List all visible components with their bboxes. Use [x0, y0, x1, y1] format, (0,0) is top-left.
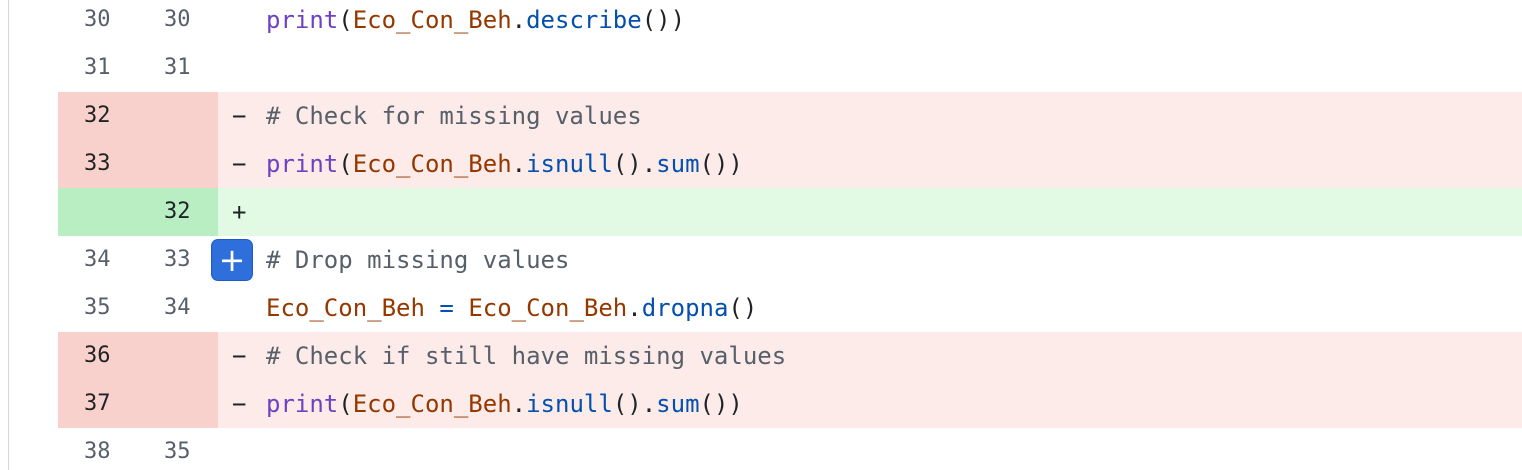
code-token: ( [338, 6, 353, 34]
code-token: isnull [526, 390, 613, 418]
old-line-number[interactable]: 35 [58, 284, 138, 332]
new-line-number[interactable] [138, 140, 218, 188]
code-line: print(Eco_Con_Beh.describe()) [218, 0, 1522, 44]
diff-panel-border [8, 0, 9, 470]
context-line[interactable]: 35 34 Eco_Con_Beh = Eco_Con_Beh.dropna() [58, 284, 1522, 332]
code-line: − print(Eco_Con_Beh.isnull().sum()) [218, 140, 1522, 188]
code-token: ( [338, 150, 353, 178]
added-line[interactable]: 32 + [58, 188, 1522, 236]
code-line [218, 428, 1522, 470]
code-token: () [728, 294, 758, 322]
old-line-number[interactable]: 34 [58, 236, 138, 284]
code-token: . [511, 6, 527, 34]
plus-marker: + [232, 198, 247, 226]
context-line[interactable]: 31 31 [58, 44, 1522, 92]
context-line[interactable]: 34 33 + # Drop missing values [58, 236, 1522, 284]
minus-marker: − [232, 102, 247, 130]
deleted-line[interactable]: 37 − print(Eco_Con_Beh.isnull().sum()) [58, 380, 1522, 428]
code-token: describe [526, 6, 642, 34]
diff-view: 30 30 print(Eco_Con_Beh.describe()) 31 31 32−… [58, 0, 1522, 470]
old-line-number[interactable]: 31 [58, 44, 138, 92]
old-line-number[interactable]: 33 [58, 140, 138, 188]
code-line: + [218, 188, 1522, 236]
code-token: Eco_Con_Beh [352, 6, 512, 34]
code-token: = [424, 294, 469, 322]
deleted-line[interactable]: 36 − # Check if still have missing values [58, 332, 1522, 380]
minus-marker: − [232, 150, 247, 178]
code-token: (). [612, 150, 657, 178]
old-line-number[interactable]: 32 [58, 92, 138, 140]
minus-marker: − [232, 342, 247, 370]
context-line[interactable]: 30 30 print(Eco_Con_Beh.describe()) [58, 0, 1522, 44]
old-line-number[interactable] [58, 188, 138, 236]
new-line-number[interactable]: 35 [138, 428, 218, 470]
deleted-line[interactable]: 32 − # Check for missing values [58, 92, 1522, 140]
code-line [218, 44, 1522, 92]
code-token: print [266, 6, 339, 34]
new-line-number[interactable] [138, 332, 218, 380]
code-token: print [266, 150, 339, 178]
old-line-number[interactable]: 36 [58, 332, 138, 380]
code-token: ()) [699, 390, 743, 418]
code-token: isnull [526, 150, 613, 178]
old-line-number[interactable]: 30 [58, 0, 138, 44]
code-token: Eco_Con_Beh [266, 294, 425, 322]
code-token: Eco_Con_Beh [468, 294, 628, 322]
code-line: − # Check for missing values [218, 92, 1522, 140]
new-line-number[interactable] [138, 380, 218, 428]
code-line: Eco_Con_Beh = Eco_Con_Beh.dropna() [218, 284, 1522, 332]
code-token: dropna [641, 294, 729, 322]
deleted-line[interactable]: 33 − print(Eco_Con_Beh.isnull().sum()) [58, 140, 1522, 188]
new-line-number[interactable]: 31 [138, 44, 218, 92]
code-line: − print(Eco_Con_Beh.isnull().sum()) [218, 380, 1522, 428]
code-token: sum [656, 150, 700, 178]
code-token: ( [338, 390, 353, 418]
code-token: Eco_Con_Beh [352, 390, 512, 418]
code-line: − # Check if still have missing values [218, 332, 1522, 380]
code-token: . [511, 390, 527, 418]
old-line-number[interactable]: 38 [58, 428, 138, 470]
code-token: (). [612, 390, 657, 418]
code-token: # Check for missing values [266, 102, 642, 130]
code-token: sum [656, 390, 700, 418]
code-token: ()) [699, 150, 743, 178]
add-comment-button[interactable]: + [212, 240, 252, 280]
code-token: # Check if still have missing values [266, 342, 787, 370]
minus-marker: − [232, 390, 247, 418]
new-line-number[interactable]: 34 [138, 284, 218, 332]
code-token: . [511, 150, 527, 178]
code-token: . [627, 294, 642, 322]
new-line-number[interactable]: 30 [138, 0, 218, 44]
code-line: + # Drop missing values [212, 236, 1522, 284]
new-line-number[interactable] [138, 92, 218, 140]
code-token: print [266, 390, 339, 418]
plus-icon: + [218, 241, 246, 279]
code-token: ()) [641, 6, 686, 34]
code-token: # Drop missing values [266, 246, 570, 274]
new-line-number[interactable]: 32 [138, 188, 218, 236]
code-token: Eco_Con_Beh [352, 150, 512, 178]
new-line-number[interactable]: 33 [138, 236, 218, 284]
context-line[interactable]: 38 35 [58, 428, 1522, 470]
old-line-number[interactable]: 37 [58, 380, 138, 428]
